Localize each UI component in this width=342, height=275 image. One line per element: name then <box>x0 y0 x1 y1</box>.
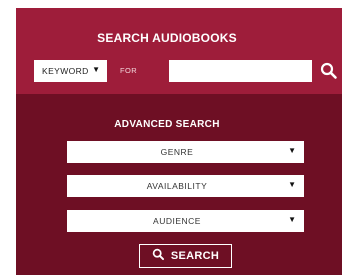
search-icon <box>152 248 165 264</box>
advanced-search-title: ADVANCED SEARCH <box>114 119 220 130</box>
keyword-search-input[interactable] <box>169 60 312 82</box>
genre-select[interactable]: GENRE ▼ <box>67 141 304 163</box>
audience-select[interactable]: AUDIENCE ▼ <box>67 210 304 232</box>
caret-down-icon: ▼ <box>288 146 296 155</box>
for-label: FOR <box>120 66 138 75</box>
audience-select-label: AUDIENCE <box>153 216 201 226</box>
caret-down-icon: ▼ <box>288 215 296 224</box>
advanced-search-button[interactable]: SEARCH <box>139 244 232 268</box>
search-header-band: SEARCH AUDIOBOOKS KEYWORD ▼ FOR <box>16 8 342 94</box>
caret-down-icon: ▼ <box>288 180 296 189</box>
search-field-select[interactable]: KEYWORD ▼ <box>34 60 107 82</box>
search-button-label: SEARCH <box>170 250 220 262</box>
caret-down-icon: ▼ <box>92 65 100 74</box>
genre-select-label: GENRE <box>160 147 194 157</box>
availability-select[interactable]: AVAILABILITY ▼ <box>67 175 304 197</box>
search-icon[interactable] <box>319 61 339 81</box>
search-field-select-value: KEYWORD <box>42 66 89 76</box>
search-title: SEARCH AUDIOBOOKS <box>97 31 237 45</box>
availability-select-label: AVAILABILITY <box>146 181 208 191</box>
audiobook-search-widget: SEARCH AUDIOBOOKS KEYWORD ▼ FOR ADVANCED… <box>16 8 342 275</box>
